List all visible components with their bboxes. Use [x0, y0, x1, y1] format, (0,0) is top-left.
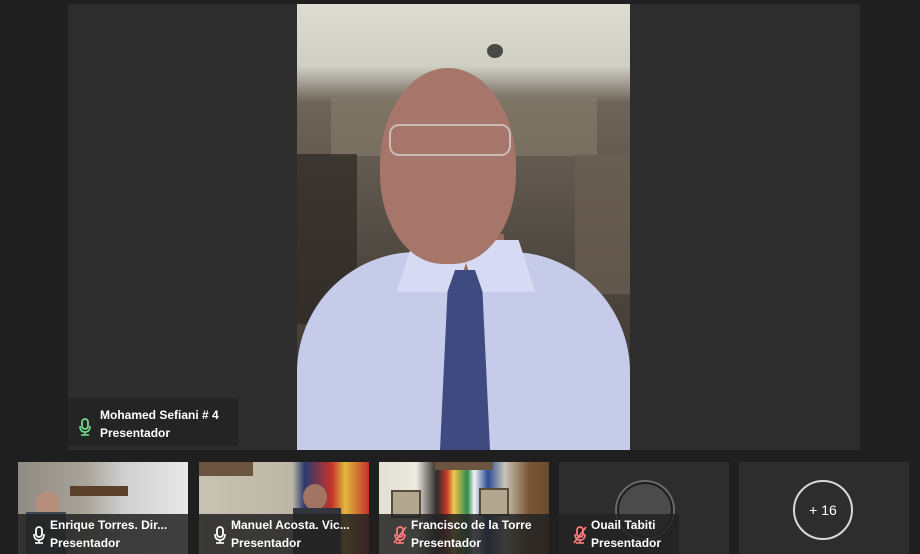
main-speaker-role: Presentador [100, 426, 171, 440]
mic-on-icon [79, 418, 91, 436]
participant-role: Presentador [231, 536, 302, 550]
participant-tile[interactable]: Ouail Tabiti Presentador [559, 462, 729, 554]
mic-muted-icon [573, 526, 587, 544]
ceiling-light [487, 44, 503, 58]
more-participants-button[interactable]: + 16 [793, 480, 853, 540]
participant-role: Presentador [411, 536, 482, 550]
participant-name: Enrique Torres. Dir... [50, 518, 168, 532]
participant-tile[interactable]: Manuel Acosta. Vic... Presentador [199, 462, 369, 554]
more-participants-count: + 16 [809, 502, 837, 518]
participant-label: Manuel Acosta. Vic... Presentador [199, 514, 369, 554]
more-participants-tile[interactable]: + 16 [739, 462, 909, 554]
participant-name: Francisco de la Torre [411, 518, 532, 532]
mic-muted-icon [393, 526, 407, 544]
main-speaker-label: Mohamed Sefiani # 4 Presentador [68, 398, 238, 446]
main-speaker-name: Mohamed Sefiani # 4 [100, 408, 219, 422]
participant-label: Ouail Tabiti Presentador [559, 514, 679, 554]
participant-name: Manuel Acosta. Vic... [231, 518, 350, 532]
participant-role: Presentador [591, 536, 662, 550]
speaker-head [380, 68, 516, 264]
speaker-glasses [389, 124, 511, 156]
participant-tile[interactable]: Francisco de la Torre Presentador [379, 462, 549, 554]
participant-role: Presentador [50, 536, 121, 550]
mic-on-icon [214, 526, 226, 544]
mic-on-icon [33, 526, 45, 544]
background-wall [575, 154, 630, 294]
participant-name: Ouail Tabiti [591, 518, 656, 532]
main-speaker-video[interactable] [297, 4, 630, 450]
participant-label: Enrique Torres. Dir... Presentador [18, 514, 188, 554]
participant-label: Francisco de la Torre Presentador [379, 514, 549, 554]
speaker-tie [440, 270, 490, 450]
participant-tile[interactable]: Enrique Torres. Dir... Presentador [18, 462, 188, 554]
main-stage: Mohamed Sefiani # 4 Presentador [68, 4, 860, 450]
